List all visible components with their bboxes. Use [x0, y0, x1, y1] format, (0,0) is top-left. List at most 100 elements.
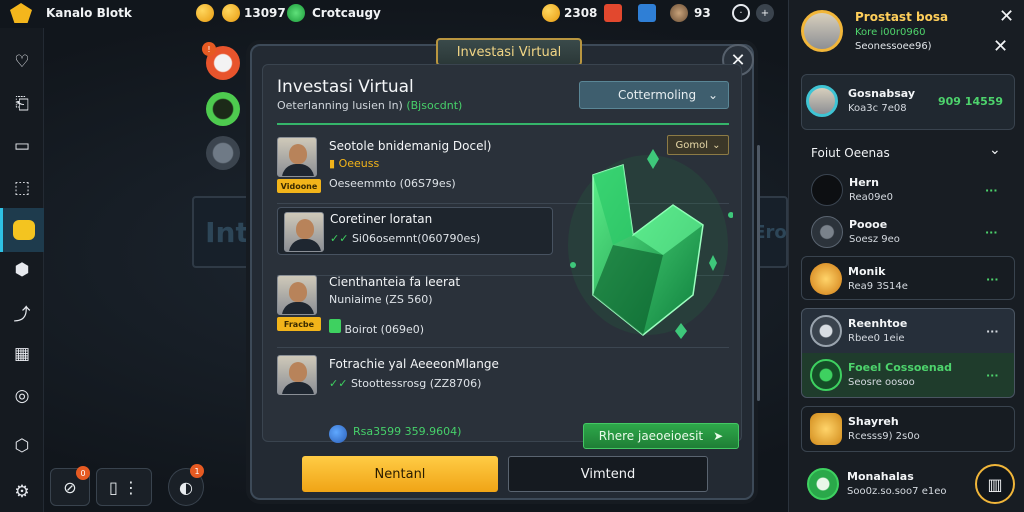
- featured-card[interactable]: Gosnabsay Koa3c 7e08 909 14559: [801, 74, 1015, 130]
- flag-icon[interactable]: [638, 4, 656, 22]
- gold-icon: [542, 4, 560, 22]
- card-icon[interactable]: ▭: [8, 132, 36, 160]
- close-icon[interactable]: ✕: [999, 6, 1014, 27]
- search-label[interactable]: Crotcaugy: [312, 6, 381, 20]
- more-icon[interactable]: ···: [986, 369, 999, 382]
- top-bar: Kanalo Blotk 13097 Crotcaugy 2308 93 · +: [0, 0, 788, 28]
- avatar: [811, 216, 843, 248]
- notification-badge: !: [202, 42, 216, 56]
- list-card[interactable]: Monik Rea9 3S14e ···: [801, 256, 1015, 300]
- category-dropdown[interactable]: Cottermoling ⌄: [579, 81, 729, 109]
- list-item-name: Foeel Cossoenad: [848, 361, 953, 374]
- avatar: [277, 275, 317, 315]
- check-icon: ✓✓: [330, 232, 349, 245]
- earnings-icon: [329, 425, 347, 443]
- action-button-green[interactable]: Rhere jaeoeioesit ➤: [583, 423, 739, 449]
- gift-icon[interactable]: [604, 4, 622, 22]
- tool-button[interactable]: ▯ ⋮: [96, 468, 152, 506]
- list-item[interactable]: Fotrachie yal AeeeonMlange ✓✓ Stoottessr…: [277, 355, 553, 415]
- gold-count: 2308: [564, 6, 598, 20]
- app-root: Kanalo Blotk 13097 Crotcaugy 2308 93 · +…: [0, 0, 1024, 512]
- list-item-value: Rea09e0: [849, 192, 894, 203]
- status-badge: Fracbe: [277, 317, 321, 331]
- list-item-name: Poooe: [849, 218, 888, 231]
- gem-icon: [670, 4, 688, 22]
- settings-icon[interactable]: ⚙: [8, 478, 36, 506]
- avatar: [810, 315, 842, 347]
- coin-icon[interactable]: [196, 4, 214, 22]
- list-item-name: Reenhtoe: [848, 317, 908, 330]
- list-item-value: Rcesss9) 2s0o: [848, 431, 920, 442]
- more-icon[interactable]: ···: [986, 273, 999, 286]
- list-card-active[interactable]: Reenhtoe Rbee0 1eie ··· Foeel Cossoenad …: [801, 308, 1015, 398]
- notification-badge: 1: [190, 464, 204, 478]
- library-icon[interactable]: ▥: [975, 464, 1015, 504]
- list-item[interactable]: Vidoone Seotole bnidemanig Docel) ▮ Oeeu…: [277, 137, 553, 197]
- investment-modal: Investasi Virtual ✕ Investasi Virtual Oe…: [250, 38, 760, 500]
- avatar: [811, 174, 843, 206]
- chevron-down-icon[interactable]: ⌄: [989, 142, 1001, 158]
- coin-icon: ▮: [329, 157, 336, 170]
- gear-icon[interactable]: [206, 136, 240, 170]
- close-icon[interactable]: ✕: [993, 36, 1008, 57]
- modal-subtitle-text: Oeterlanning lusien In): [277, 99, 407, 112]
- wallet-icon[interactable]: [0, 208, 44, 252]
- plus-icon[interactable]: +: [756, 4, 774, 22]
- item-detail: Oeseemmto (06S79es): [329, 177, 456, 190]
- more-icon[interactable]: ···: [985, 184, 998, 197]
- list-item-value: Soo0z.so.soo7 e1eo: [847, 486, 947, 497]
- item-name: Seotole bnidemanig Docel): [329, 139, 492, 153]
- secondary-button[interactable]: Vimtend: [508, 456, 708, 492]
- list-item[interactable]: Fracbe Cienthanteia fa leerat Nuniaime (…: [277, 275, 553, 336]
- dice-icon[interactable]: ⬢: [8, 256, 36, 284]
- item-detail: ✓✓ Si06osemnt(060790es): [330, 232, 480, 245]
- list-item-name: Shayreh: [848, 415, 899, 428]
- item-detail-text: Stoottessrosg (ZZ8706): [350, 377, 482, 390]
- item-detail: ✓✓ Stoottessrosg (ZZ8706): [329, 377, 481, 390]
- avatar: [277, 137, 317, 177]
- notification-badge: 0: [76, 466, 90, 480]
- list-item-value: Soesz 9eo: [849, 234, 900, 245]
- sub-card[interactable]: Foeel Cossoenad Seosre oosoo ···: [802, 353, 1014, 397]
- wallet-active-icon: [12, 220, 35, 240]
- help-icon[interactable]: [206, 92, 240, 126]
- arrow-icon: ➤: [713, 429, 724, 443]
- item-price: Oeeuss: [338, 157, 380, 170]
- coin-count: 13097: [244, 6, 286, 20]
- search-icon[interactable]: [287, 4, 305, 22]
- brand-name: Kanalo Blotk: [46, 6, 132, 20]
- item-detail: Boirot (069e0): [329, 319, 424, 336]
- exit-icon[interactable]: ⎗: [8, 90, 36, 118]
- item-name: Coretiner loratan: [330, 212, 433, 226]
- more-icon[interactable]: ···: [986, 325, 999, 338]
- avatar: [277, 355, 317, 395]
- profile-sub: Seonessoee96): [855, 41, 932, 52]
- gem-count: 93: [694, 6, 711, 20]
- earnings-text: Rsa3599 359.9604): [353, 425, 462, 438]
- primary-button[interactable]: Nentanl: [302, 456, 498, 492]
- check-icon: ✓✓: [329, 377, 348, 390]
- modal-subtitle-green: (Bjsocdnt): [406, 99, 463, 112]
- modal-title: Investasi Virtual: [277, 77, 414, 97]
- list-card[interactable]: Shayreh Rcesss9) 2s0o: [801, 406, 1015, 452]
- featured-name: Gosnabsay: [848, 87, 916, 100]
- list-item-name: Monahalas: [847, 470, 914, 483]
- shield-icon[interactable]: ⬡: [8, 432, 36, 460]
- more-icon[interactable]: ···: [985, 226, 998, 239]
- modal-tab: Investasi Virtual: [436, 38, 582, 66]
- action-button-label: Rhere jaeoeioesit: [598, 429, 704, 443]
- modal-content: Investasi Virtual Oeterlanning lusien In…: [262, 64, 760, 449]
- minus-icon[interactable]: ·: [732, 4, 750, 22]
- heart-icon[interactable]: ♡: [8, 48, 36, 76]
- item-name: Fotrachie yal AeeeonMlange: [329, 357, 499, 371]
- globe-icon[interactable]: ◎: [8, 382, 36, 410]
- scrollbar[interactable]: [757, 145, 760, 401]
- list-item-selected[interactable]: Coretiner loratan ✓✓ Si06osemnt(060790es…: [277, 207, 553, 255]
- grid-icon[interactable]: ▦: [8, 340, 36, 368]
- chart-icon[interactable]: ⬚: [8, 174, 36, 202]
- stairs-icon[interactable]: ⤴: [8, 298, 36, 326]
- profile-sub-green: Kore i00r0960: [855, 27, 926, 38]
- avatar: [810, 359, 842, 391]
- profile-avatar[interactable]: [801, 10, 843, 52]
- category-label: Cottermoling: [618, 88, 697, 102]
